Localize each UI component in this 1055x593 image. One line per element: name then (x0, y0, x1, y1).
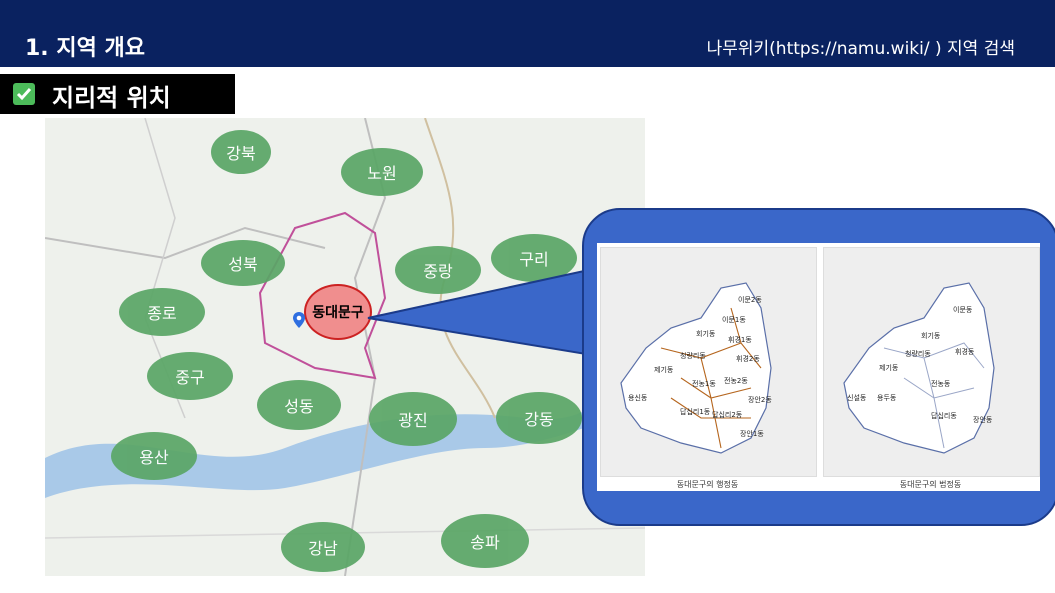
dong-label: 청량리동 (905, 350, 931, 358)
dong-label: 장안1동 (740, 430, 764, 438)
dong-label: 답십리동 (931, 412, 957, 420)
dong-label: 이문동 (953, 306, 973, 314)
dong-label: 전농동 (931, 380, 951, 388)
dong-label: 답십리2동 (712, 411, 743, 419)
admin-dong-labels: 이문2동 이문1동 회기동 휘경1동 휘경2동 청량리동 제기동 전농1동 전농… (600, 247, 815, 475)
dong-label: 회기동 (696, 330, 716, 338)
dong-label: 용신동 (628, 394, 648, 402)
dong-label: 장안2동 (748, 396, 772, 404)
dong-label: 이문2동 (738, 296, 762, 304)
dong-label: 청량리동 (680, 352, 706, 360)
dong-label: 이문1동 (722, 316, 746, 324)
dong-label: 제기동 (879, 364, 899, 372)
dong-label: 답십리1동 (680, 408, 711, 416)
dong-label: 휘경동 (955, 348, 975, 356)
dong-label: 회기동 (921, 332, 941, 340)
dong-label: 전농1동 (692, 380, 716, 388)
dong-label: 장안동 (973, 416, 993, 424)
legal-dong-labels: 이문동 회기동 휘경동 청량리동 제기동 전농동 신설동 용두동 답십리동 장안… (823, 247, 1038, 475)
dong-label: 휘경2동 (736, 355, 760, 363)
dong-label: 전농2동 (724, 377, 748, 385)
dong-label: 신설동 (847, 394, 867, 402)
dong-label: 제기동 (654, 366, 674, 374)
admin-dong-caption: 동대문구의 행정동 (676, 480, 739, 489)
dong-label: 용두동 (877, 394, 897, 402)
dong-label: 휘경1동 (728, 336, 752, 344)
legal-dong-caption: 동대문구의 법정동 (899, 480, 962, 489)
